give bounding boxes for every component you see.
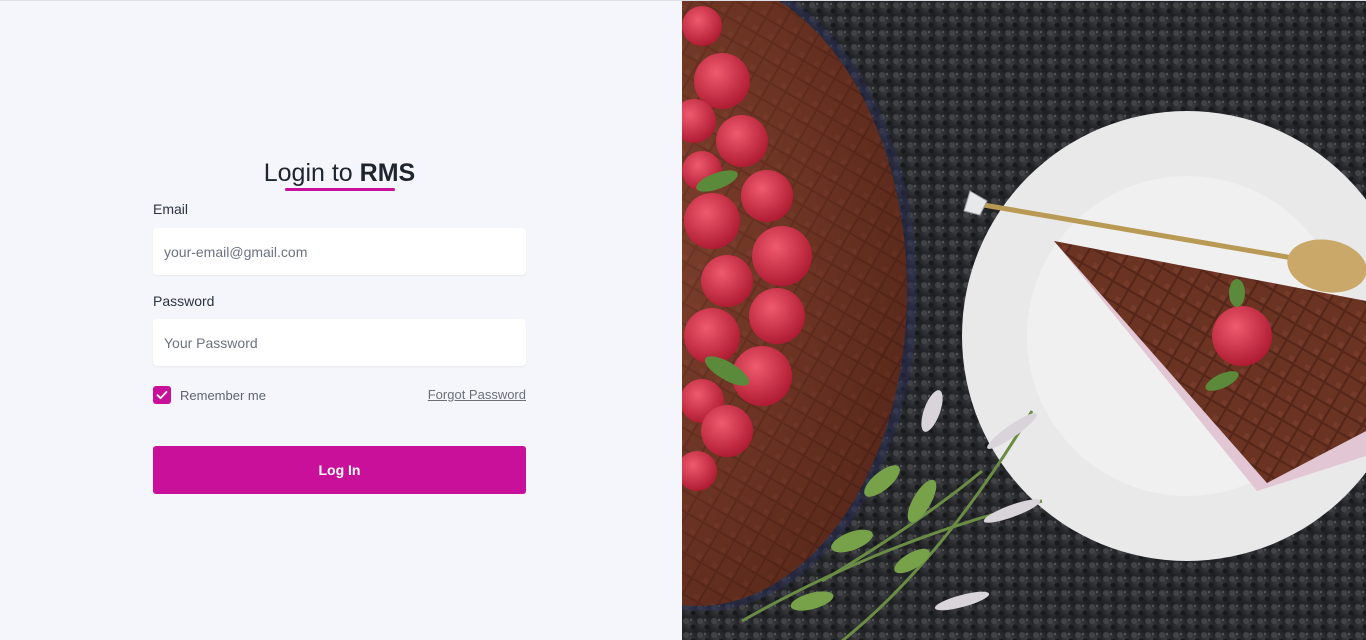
page-title: Login to RMS xyxy=(153,159,526,188)
login-panel: Login to RMS Email Password Remember me … xyxy=(0,1,682,640)
remember-row: Remember me Forgot Password xyxy=(153,385,526,405)
password-field[interactable] xyxy=(153,319,526,366)
remember-label: Remember me xyxy=(180,388,266,403)
title-brand: RMS xyxy=(359,159,416,187)
forgot-password-link[interactable]: Forgot Password xyxy=(428,387,526,402)
remember-checkbox[interactable] xyxy=(153,386,171,404)
title-prefix: Login to xyxy=(263,159,360,187)
title-underline xyxy=(285,188,395,191)
login-button[interactable]: Log In xyxy=(153,446,526,494)
email-label: Email xyxy=(153,201,189,217)
email-field[interactable] xyxy=(153,228,526,275)
check-icon xyxy=(156,390,168,400)
dessert-photo-icon xyxy=(682,1,1366,640)
hero-image xyxy=(682,1,1366,640)
password-label: Password xyxy=(153,293,215,309)
